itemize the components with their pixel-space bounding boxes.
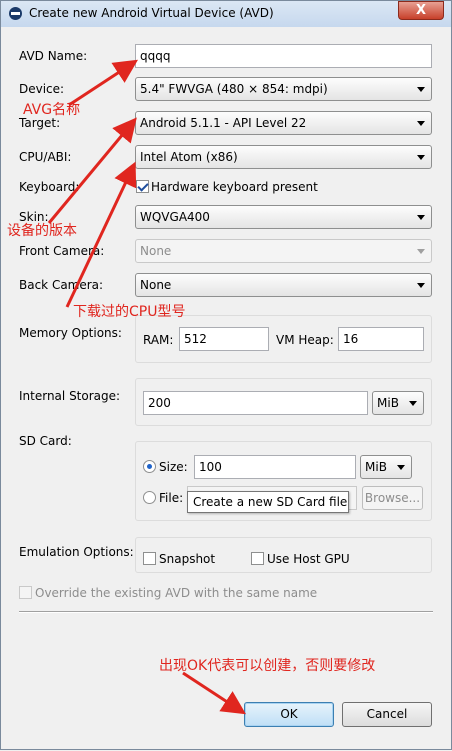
chevron-down-icon [417, 283, 425, 288]
front-camera-value: None [140, 244, 172, 258]
override-label: Override the existing AVD with the same … [35, 586, 318, 600]
arrow-to-target [47, 117, 137, 224]
sd-card-tooltip: Create a new SD Card file [187, 491, 349, 513]
vm-heap-input[interactable]: 16 [338, 327, 424, 351]
back-camera-select[interactable]: None [135, 273, 432, 297]
avd-name-label: AVD Name: [19, 49, 88, 63]
sd-size-input[interactable]: 100 [194, 455, 356, 479]
device-label: Device: [19, 82, 65, 96]
device-select[interactable]: 5.4" FWVGA (480 × 854: mdpi) [135, 77, 432, 101]
cpu-abi-value: Intel Atom (x86) [140, 150, 238, 164]
internal-storage-unit-value: MiB [377, 396, 399, 410]
chevron-down-icon [417, 155, 425, 160]
sd-file-radio[interactable] [143, 491, 156, 504]
cpu-abi-label: CPU/ABI: [19, 150, 72, 164]
chevron-down-icon [397, 465, 405, 470]
avd-name-input[interactable]: qqqq [135, 44, 432, 68]
eclipse-icon [9, 7, 22, 20]
sd-size-unit-select[interactable]: MiB [360, 455, 412, 479]
arrow-to-ok [182, 671, 247, 715]
sd-file-label: File: [159, 491, 184, 505]
use-host-gpu-checkbox[interactable] [251, 552, 264, 565]
window-title: Create new Android Virtual Device (AVD) [29, 6, 274, 20]
title-bar[interactable]: Create new Android Virtual Device (AVD) … [1, 1, 451, 27]
internal-storage-unit-select[interactable]: MiB [372, 391, 424, 415]
internal-storage-label: Internal Storage: [19, 389, 121, 403]
target-value: Android 5.1.1 - API Level 22 [140, 116, 307, 130]
sd-size-radio[interactable] [143, 460, 156, 473]
annotation-avd-name: AVG名称 [23, 102, 81, 118]
sd-card-label: SD Card: [19, 434, 72, 448]
annotation-ok: 出现OK代表可以创建，否则要修改 [159, 658, 376, 674]
chevron-down-icon [417, 249, 425, 254]
cancel-button[interactable]: Cancel [342, 702, 432, 727]
skin-value: WQVGA400 [140, 210, 210, 224]
annotation-device: 设备的版本 [7, 223, 77, 239]
browse-button: Browse... [362, 486, 423, 510]
override-checkbox [19, 586, 32, 599]
avd-dialog: Create new Android Virtual Device (AVD) … [0, 0, 452, 750]
front-camera-label: Front Camera: [19, 244, 105, 258]
sd-size-label: Size: [159, 460, 188, 474]
separator [19, 611, 433, 613]
back-camera-value: None [140, 278, 172, 292]
front-camera-select: None [135, 239, 432, 263]
snapshot-label[interactable]: Snapshot [159, 552, 215, 566]
use-host-gpu-label[interactable]: Use Host GPU [267, 552, 350, 566]
snapshot-checkbox[interactable] [143, 552, 156, 565]
annotation-cpu: 下载过的CPU型号 [73, 304, 186, 320]
keyboard-checkbox[interactable] [136, 180, 149, 193]
emulation-options-label: Emulation Options: [19, 545, 134, 559]
internal-storage-input[interactable]: 200 [143, 391, 368, 415]
ram-input[interactable]: 512 [179, 327, 269, 351]
back-camera-label: Back Camera: [19, 278, 104, 292]
memory-options-label: Memory Options: [19, 326, 122, 340]
ok-button[interactable]: OK [244, 702, 334, 727]
chevron-down-icon [417, 215, 425, 220]
target-select[interactable]: Android 5.1.1 - API Level 22 [135, 111, 432, 135]
skin-select[interactable]: WQVGA400 [135, 205, 432, 229]
ram-label: RAM: [143, 333, 174, 347]
vm-heap-label: VM Heap: [276, 333, 334, 347]
sd-size-unit-value: MiB [365, 460, 387, 474]
chevron-down-icon [417, 121, 425, 126]
chevron-down-icon [409, 401, 417, 406]
close-button[interactable]: X [398, 1, 444, 20]
keyboard-label: Keyboard: [19, 180, 80, 194]
chevron-down-icon [417, 87, 425, 92]
device-value: 5.4" FWVGA (480 × 854: mdpi) [140, 82, 328, 96]
cpu-abi-select[interactable]: Intel Atom (x86) [135, 145, 432, 169]
keyboard-checkbox-label[interactable]: Hardware keyboard present [151, 180, 318, 194]
